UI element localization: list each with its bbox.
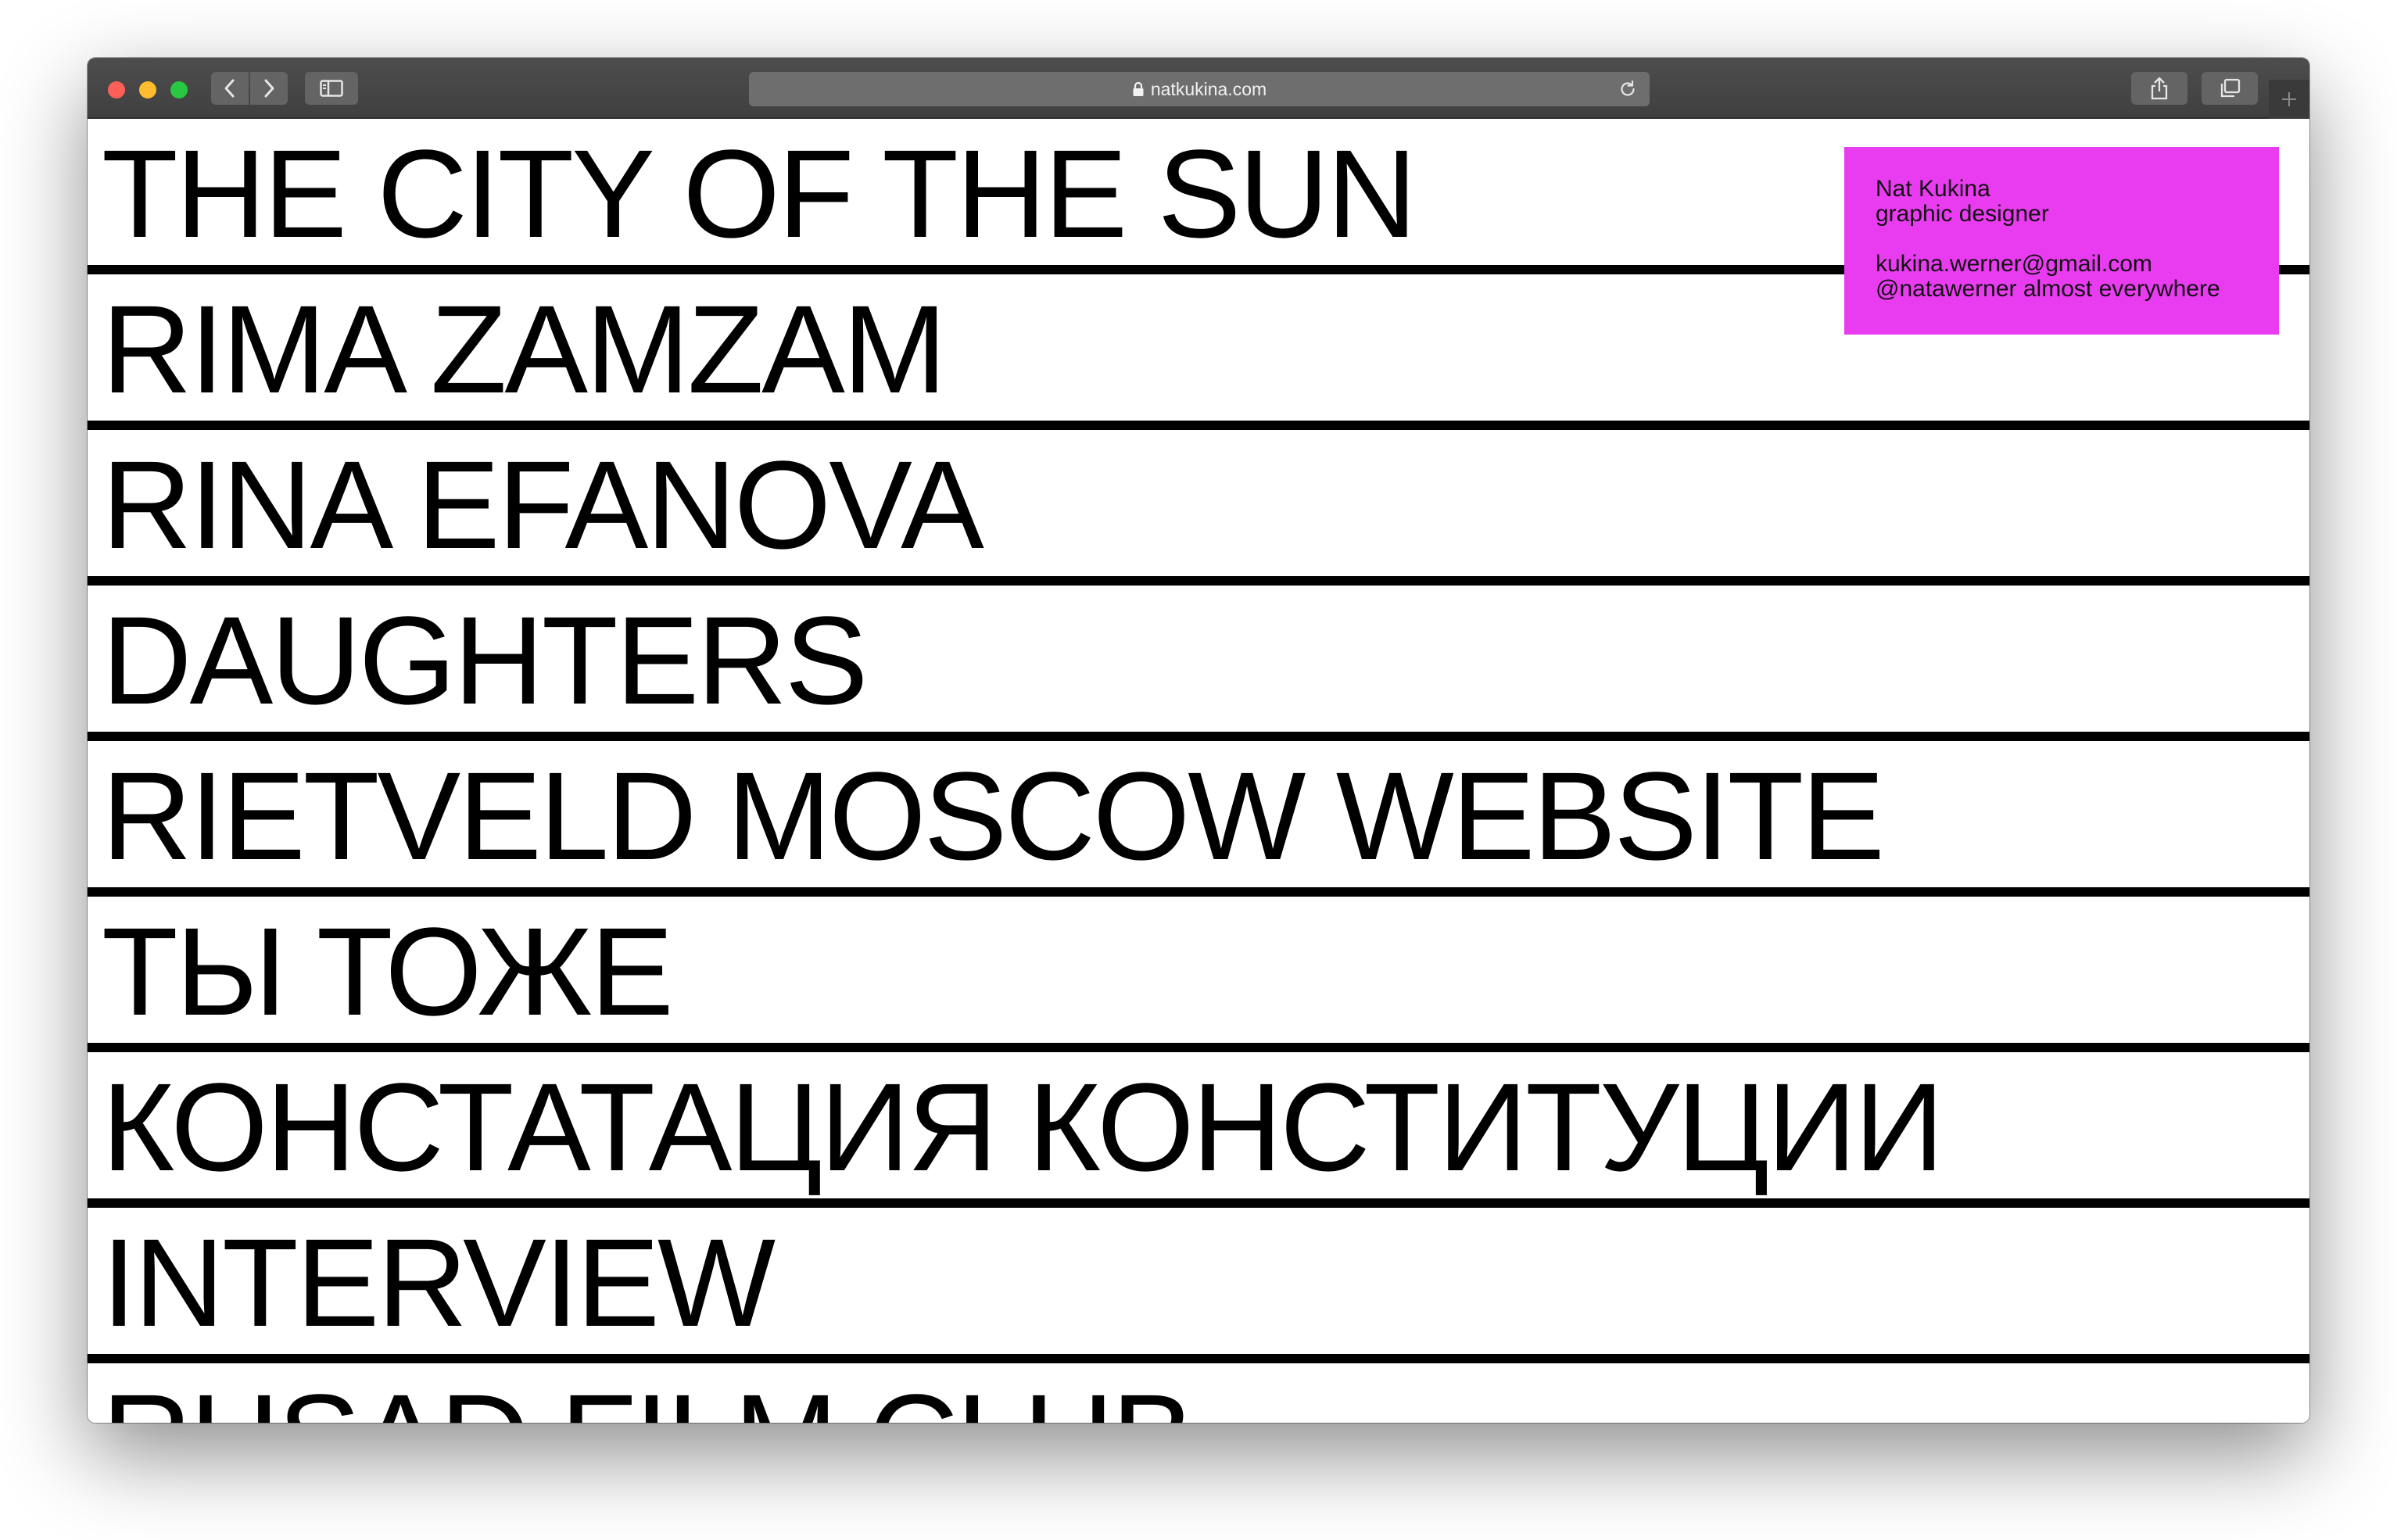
- share-icon: [2151, 77, 2168, 100]
- forward-button[interactable]: [250, 72, 288, 105]
- designer-role: graphic designer: [1876, 201, 2049, 227]
- chevron-left-icon: [224, 79, 235, 98]
- back-button[interactable]: [211, 72, 249, 105]
- project-row[interactable]: DAUGHTERS: [88, 586, 2309, 741]
- project-row[interactable]: RIETVELD MOSCOW WEBSITE: [88, 741, 2309, 897]
- browser-window: natkukina.com THE CITY OF THE SUN RIMA Z…: [88, 58, 2309, 1423]
- project-title[interactable]: RHSAD FILM CLUB: [102, 1376, 1195, 1424]
- project-title[interactable]: RINA EFANOVA: [102, 442, 984, 568]
- email-link[interactable]: kukina.werner@gmail.com: [1876, 252, 2248, 277]
- plus-icon: [2282, 92, 2296, 106]
- project-title[interactable]: RIMA ZAMZAM: [102, 287, 947, 412]
- minimize-window-button[interactable]: [139, 81, 156, 98]
- share-button[interactable]: [2131, 72, 2187, 105]
- lock-icon: [1132, 81, 1145, 97]
- browser-toolbar: natkukina.com: [88, 58, 2309, 119]
- chevron-right-icon: [264, 79, 274, 98]
- sidebar-icon: [320, 80, 343, 97]
- url-text: natkukina.com: [1150, 78, 1267, 99]
- social-handle: @natawerner almost everywhere: [1876, 276, 2220, 302]
- address-bar[interactable]: natkukina.com: [749, 72, 1650, 106]
- tabs-icon: [2220, 78, 2241, 98]
- project-row[interactable]: RINA EFANOVA: [88, 430, 2309, 586]
- project-title[interactable]: RIETVELD MOSCOW WEBSITE: [102, 754, 1885, 879]
- project-title[interactable]: DAUGHTERS: [102, 598, 869, 723]
- close-window-button[interactable]: [108, 81, 125, 98]
- new-tab-button[interactable]: [2269, 80, 2309, 119]
- project-title[interactable]: THE CITY OF THE SUN: [102, 131, 1417, 256]
- sidebar-toggle-button[interactable]: [305, 72, 358, 105]
- project-title[interactable]: ТЫ ТОЖЕ: [102, 909, 674, 1034]
- maximize-window-button[interactable]: [170, 81, 188, 98]
- contact-card: Nat Kukina graphic designer kukina.werne…: [1844, 147, 2279, 335]
- project-row[interactable]: INTERVIEW: [88, 1208, 2309, 1363]
- project-row[interactable]: КОНСТАТАЦИЯ КОНСТИТУЦИИ: [88, 1052, 2309, 1208]
- project-row[interactable]: ТЫ ТОЖЕ: [88, 897, 2309, 1052]
- project-title[interactable]: INTERVIEW: [102, 1220, 776, 1345]
- project-row[interactable]: RHSAD FILM CLUB: [88, 1363, 2309, 1424]
- project-title[interactable]: КОНСТАТАЦИЯ КОНСТИТУЦИИ: [102, 1065, 1944, 1190]
- designer-name: Nat Kukina: [1876, 176, 1990, 202]
- reload-icon[interactable]: [1617, 78, 1639, 100]
- show-tabs-button[interactable]: [2202, 72, 2258, 105]
